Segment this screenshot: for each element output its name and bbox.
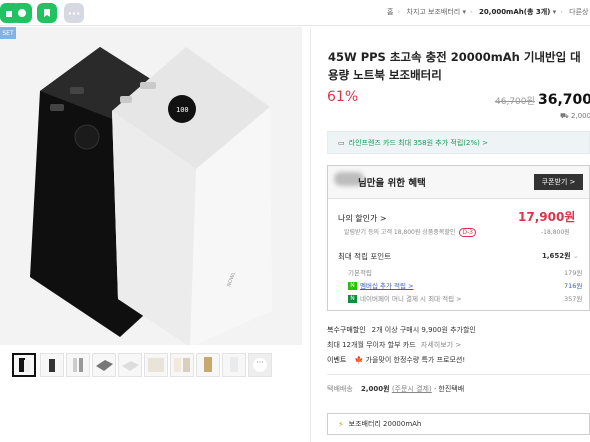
thumbnail-6[interactable] <box>144 353 168 377</box>
shipping-summary: ⛟ 2,000원 <box>560 112 590 120</box>
event-row: 이벤트 🍁 가을맞이 한정수량 특가 프로모션! <box>327 355 465 365</box>
card-benefit-text: 라인프렌즈 카드 최대 358원 추가 적립(2%) > <box>348 138 488 147</box>
event-icon: 🍁 <box>354 356 364 364</box>
naverpay-points-value: 357원 <box>564 295 583 303</box>
installment-text: 최대 12개월 무이자 할부 카드 <box>327 341 416 349</box>
base-points-label: 기본적립 <box>348 269 372 277</box>
benefit-box: 님만을 위한 혜택 쿠폰받기 > 나의 할인가 > 17,900원 알림받기 등… <box>327 165 590 311</box>
discount-detail-value: -18,800원 <box>541 229 570 236</box>
white-power-bank-image: 100 NOWL <box>112 47 272 345</box>
benefit-header: 님만을 위한 혜택 쿠폰받기 > <box>328 166 589 199</box>
naver-plus-icon: N <box>348 282 357 290</box>
set-badge: SET <box>0 27 16 39</box>
breadcrumb: 홈 › 차지고 보조배터리 ▾ › 20,000mAh(총 3개) ▾ › 다른상 <box>387 8 589 16</box>
chevron-down-icon: ⌄ <box>573 252 579 260</box>
dday-badge: D-3 <box>459 228 476 237</box>
breadcrumb-other[interactable]: 다른상 <box>569 8 588 16</box>
my-price-label[interactable]: 나의 할인가 > <box>338 213 387 224</box>
shipping-pay-method[interactable]: (주문시 결제) <box>392 385 432 393</box>
thumbnail-9[interactable] <box>222 353 246 377</box>
discount-detail: 알림받기 등의 고객 18,800원 상품중복할인 D-3 <box>344 227 476 237</box>
installment-detail-link[interactable]: 자세히보기 > <box>421 341 461 349</box>
card-benefit-banner[interactable]: ▭ 라인프렌즈 카드 최대 358원 추가 적립(2%) > <box>327 131 590 154</box>
thumbnail-8[interactable] <box>196 353 220 377</box>
base-points-value: 179원 <box>564 269 583 277</box>
breadcrumb-category[interactable]: 차지고 보조배터리 <box>407 8 461 16</box>
card-icon: ▭ <box>338 138 345 147</box>
naverpay-points-label[interactable]: 네이버페이 머니 결제 시 최대 적립 > <box>360 295 462 303</box>
membership-points-row[interactable]: N 멤버십 추가 적립 > <box>348 280 414 290</box>
membership-points-value: 716원 <box>564 282 583 290</box>
event-label: 이벤트 <box>327 356 347 364</box>
points-total: 1,652원 ⌄ <box>542 252 579 260</box>
discount-rate: 61% <box>327 89 359 105</box>
column-divider <box>310 27 311 442</box>
installment-row: 최대 12개월 무이자 할부 카드 자세히보기 > <box>327 340 461 350</box>
svg-text:100: 100 <box>176 106 189 114</box>
membership-points-label[interactable]: 멤버십 추가 적립 > <box>360 282 414 290</box>
bookmark-app-icon[interactable] <box>37 3 57 23</box>
naverpay-points-row[interactable]: N 네이버페이 머니 결제 시 최대 적립 > <box>348 293 462 303</box>
bolt-icon: ⚡ <box>338 419 344 429</box>
multi-buy-label: 복수구매할인 <box>327 326 366 334</box>
original-price: 46,700원 <box>495 97 535 107</box>
naverpay-icon: N <box>348 295 357 303</box>
my-price: 17,900원 <box>518 210 576 224</box>
coupon-button[interactable]: 쿠폰받기 > <box>534 174 583 190</box>
naver-app-icon[interactable] <box>12 3 32 23</box>
shipping-carrier: · 한진택배 <box>433 385 465 393</box>
sale-price: 36,700원 <box>538 92 590 108</box>
thumbnail-4[interactable] <box>92 353 116 377</box>
product-main-image[interactable]: 100 NOWL <box>0 27 302 345</box>
thumbnail-3[interactable] <box>66 353 90 377</box>
points-label: 최대 적립 포인트 <box>338 252 392 261</box>
option-select[interactable]: ⚡ 보조배터리 20000mAh <box>327 413 590 435</box>
benefit-title: 님만을 위한 혜택 <box>358 178 426 189</box>
thumbnail-1[interactable] <box>12 353 36 377</box>
thumbnail-7[interactable] <box>170 353 194 377</box>
multi-buy-row: 복수구매할인 2개 이상 구매시 9,900원 추가할인 <box>327 325 476 335</box>
option-label: 보조배터리 20000mAh <box>348 420 422 428</box>
shipping-price: 2,000원 <box>361 385 390 393</box>
truck-icon: ⛟ <box>560 112 569 120</box>
thumbnail-5[interactable] <box>118 353 142 377</box>
event-text: 가을맞이 한정수량 특가 프로모션! <box>365 356 466 364</box>
shipping-row: 택배배송 2,000원 (주문시 결제) · 한진택배 <box>327 384 464 394</box>
breadcrumb-current[interactable]: 20,000mAh(총 3개) <box>479 8 550 16</box>
product-title: 45W PPS 초고속 충전 20000mAh 기내반입 대용량 노트북 보조배… <box>328 50 581 82</box>
shipping-label: 택배배송 <box>327 385 353 393</box>
thumbnail-2[interactable] <box>40 353 64 377</box>
multi-buy-text: 2개 이상 구매시 9,900원 추가할인 <box>371 326 476 334</box>
breadcrumb-home[interactable]: 홈 <box>387 8 393 16</box>
more-apps-icon[interactable]: ··· <box>64 3 84 23</box>
more-thumbnails-button[interactable]: ··· <box>248 353 272 377</box>
top-bar: ··· 홈 › 차지고 보조배터리 ▾ › 20,000mAh(총 3개) ▾ › 다… <box>0 0 590 26</box>
info-divider <box>327 374 590 375</box>
